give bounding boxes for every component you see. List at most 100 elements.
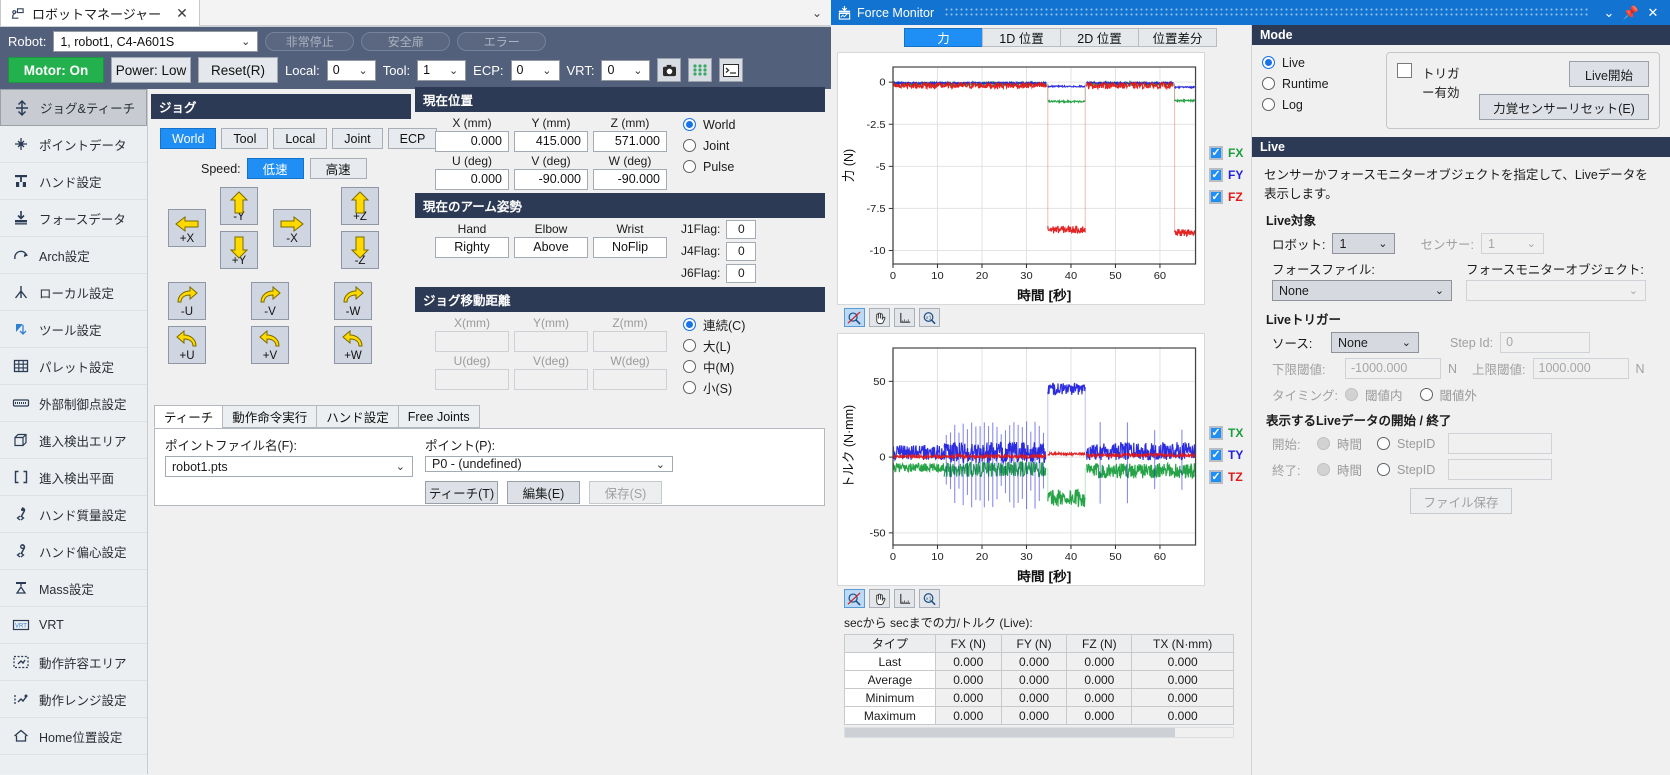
tx-checkbox[interactable]: ✓ TX [1209, 422, 1251, 444]
step-continuous-radio[interactable]: 連続(C) [683, 314, 745, 335]
speed-high-button[interactable]: 高速 [310, 158, 367, 179]
sidebar-item-tool-settings[interactable]: ツール設定 [0, 311, 147, 348]
tab-robot-manager[interactable]: ロボットマネージャー ✕ [0, 0, 200, 26]
sidebar-item-mass-settings[interactable]: Mass設定 [0, 570, 147, 607]
tab-motion-command[interactable]: 動作命令実行 [222, 405, 317, 428]
sidebar-item-vrt[interactable]: VRT VRT [0, 607, 147, 644]
sidebar-item-motion-allowed-area[interactable]: 動作許容エリア [0, 644, 147, 681]
wrist-value[interactable]: NoFlip [593, 237, 667, 258]
power-toggle-button[interactable]: Power: Low [111, 57, 191, 83]
trigger-enable-checkbox[interactable] [1397, 63, 1412, 78]
axis-icon[interactable] [894, 308, 915, 327]
zoom-off-icon[interactable] [844, 308, 865, 327]
camera-button[interactable] [657, 58, 681, 82]
speed-low-button[interactable]: 低速 [247, 158, 304, 179]
force-file-select[interactable]: None ⌄ [1272, 280, 1452, 301]
sidebar-item-jog-teach[interactable]: ジョグ&ティーチ [0, 89, 147, 126]
hand-value[interactable]: Righty [435, 237, 509, 258]
mode-live-radio[interactable]: Live [1262, 52, 1370, 73]
tab-free-joints[interactable]: Free Joints [398, 405, 480, 428]
jog-plus-y-button[interactable]: +Y [220, 231, 258, 269]
robot-select[interactable]: 1, robot1, C4-A601S ⌄ [53, 31, 258, 52]
motor-toggle-button[interactable]: Motor: On [8, 57, 104, 83]
scrollbar-thumb[interactable] [845, 728, 1175, 737]
jog-minus-w-button[interactable]: -W [334, 282, 372, 320]
zoom-reset-icon[interactable]: ×1 [919, 308, 940, 327]
step-small-radio[interactable]: 小(S) [683, 377, 745, 398]
jog-minus-z-button[interactable]: -Z [341, 231, 379, 269]
tab-position-diff[interactable]: 位置差分 [1138, 28, 1217, 47]
step-large-radio[interactable]: 大(L) [683, 335, 745, 356]
jog-minus-u-button[interactable]: -U [168, 282, 206, 320]
close-icon[interactable]: ✕ [176, 6, 188, 20]
tab-teach[interactable]: ティーチ [154, 405, 223, 428]
mode-runtime-radio[interactable]: Runtime [1262, 73, 1370, 94]
titlebar-grip[interactable] [944, 7, 1588, 18]
reset-button[interactable]: Reset(R) [198, 57, 278, 83]
live-robot-select[interactable]: 1 ⌄ [1332, 233, 1395, 254]
pan-hand-icon[interactable] [869, 308, 890, 327]
vrt-select[interactable]: 0 ⌄ [601, 60, 650, 81]
force-chart[interactable]: 01020304050600-2.5-5-7.5-10時間 [秒]力 (N) [837, 52, 1205, 305]
sidebar-item-external-control-point[interactable]: 外部制御点設定 [0, 385, 147, 422]
sidebar-item-force-data[interactable]: フォースデータ [0, 200, 147, 237]
sidebar-item-hand-mass[interactable]: ハンド質量設定 [0, 496, 147, 533]
ty-checkbox[interactable]: ✓ TY [1209, 444, 1251, 466]
sidebar-item-hand-settings[interactable]: ハンド設定 [0, 163, 147, 200]
coord-world-radio[interactable]: World [683, 114, 735, 135]
elbow-value[interactable]: Above [514, 237, 588, 258]
sidebar-item-motion-range[interactable]: 動作レンジ設定 [0, 681, 147, 718]
reset-force-sensor-button[interactable]: 力覚センサーリセット(E) [1479, 94, 1649, 120]
tab-hand-settings[interactable]: ハンド設定 [316, 405, 399, 428]
sidebar-item-point-data[interactable]: ポイントデータ [0, 126, 147, 163]
table-horizontal-scrollbar[interactable] [844, 727, 1234, 738]
tool-select[interactable]: 1 ⌄ [417, 60, 466, 81]
u-value[interactable]: 0.000 [435, 169, 509, 190]
edit-button[interactable]: 編集(E) [507, 481, 580, 504]
coord-pulse-radio[interactable]: Pulse [683, 156, 735, 177]
chevron-down-icon[interactable]: ⌄ [812, 6, 822, 20]
console-button[interactable] [719, 58, 743, 82]
tz-checkbox[interactable]: ✓ TZ [1209, 466, 1251, 488]
axis-icon[interactable] [894, 589, 915, 608]
sidebar-item-arch-settings[interactable]: Arch設定 [0, 237, 147, 274]
point-select[interactable]: P0 - (undefined) ⌄ [425, 456, 673, 472]
sidebar-item-pallet-settings[interactable]: パレット設定 [0, 348, 147, 385]
tabstrip-overflow[interactable]: ⌄ [200, 0, 831, 26]
x-value[interactable]: 0.000 [435, 131, 509, 152]
jog-minus-x-button[interactable]: -X [273, 209, 311, 247]
torque-chart[interactable]: 0102030405060500-50時間 [秒]トルク (N·mm) [837, 333, 1205, 586]
local-select[interactable]: 0 ⌄ [327, 60, 376, 81]
jog-plus-x-button[interactable]: +X [168, 209, 206, 247]
sidebar-item-local-settings[interactable]: ローカル設定 [0, 274, 147, 311]
coord-joint-radio[interactable]: Joint [683, 135, 735, 156]
zoom-reset-icon[interactable]: ×1 [919, 589, 940, 608]
v-value[interactable]: -90.000 [514, 169, 588, 190]
fz-checkbox[interactable]: ✓ FZ [1209, 186, 1251, 208]
tab-1d-position[interactable]: 1D 位置 [982, 28, 1061, 47]
point-file-select[interactable]: robot1.pts ⌄ [165, 456, 413, 477]
trigger-source-select[interactable]: None ⌄ [1331, 332, 1419, 353]
jog-mode-tool[interactable]: Tool [221, 128, 268, 149]
zoom-off-icon[interactable] [844, 589, 865, 608]
jog-mode-world[interactable]: World [160, 128, 216, 149]
fx-checkbox[interactable]: ✓ FX [1209, 142, 1251, 164]
w-value[interactable]: -90.000 [593, 169, 667, 190]
teach-button[interactable]: ティーチ(T) [425, 481, 498, 504]
sidebar-item-entry-detection-area[interactable]: 進入検出エリア [0, 422, 147, 459]
sidebar-item-hand-eccentricity[interactable]: ハンド偏心設定 [0, 533, 147, 570]
jog-plus-z-button[interactable]: +Z [341, 187, 379, 225]
jog-plus-w-button[interactable]: +W [334, 326, 372, 364]
jog-minus-v-button[interactable]: -V [251, 282, 289, 320]
ecp-select[interactable]: 0 ⌄ [511, 60, 560, 81]
live-start-button[interactable]: Live開始 [1569, 61, 1649, 87]
jog-minus-y-button[interactable]: -Y [220, 187, 258, 225]
mode-log-radio[interactable]: Log [1262, 94, 1370, 115]
jog-plus-u-button[interactable]: +U [168, 326, 206, 364]
tab-force[interactable]: 力 [904, 28, 983, 47]
z-value[interactable]: 571.000 [593, 131, 667, 152]
fy-checkbox[interactable]: ✓ FY [1209, 164, 1251, 186]
chevron-down-icon[interactable]: ⌄ [1598, 5, 1620, 21]
jog-plus-v-button[interactable]: +V [251, 326, 289, 364]
grid-points-button[interactable] [688, 58, 712, 82]
